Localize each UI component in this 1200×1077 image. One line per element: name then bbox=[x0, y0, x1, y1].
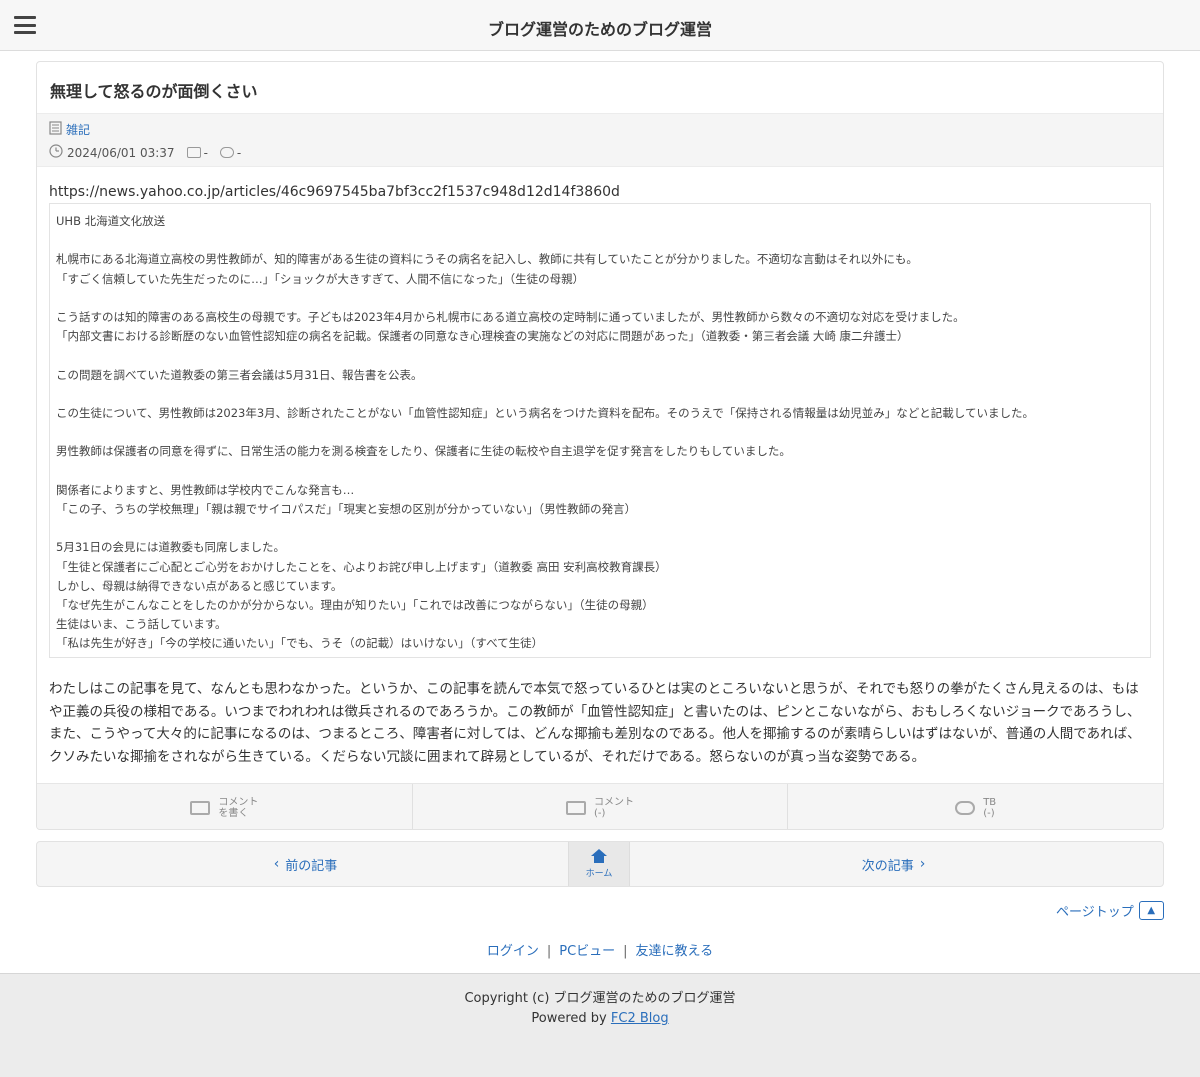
page-top-label: ページトップ bbox=[1056, 905, 1134, 920]
chevron-left-icon: ‹ bbox=[273, 856, 280, 872]
trackback-count: - bbox=[236, 145, 242, 160]
article-navigation: ‹ 前の記事 ホーム 次の記事 › bbox=[36, 841, 1164, 887]
login-link[interactable]: ログイン bbox=[487, 944, 539, 959]
fc2-blog-link[interactable]: FC2 Blog bbox=[611, 1011, 669, 1026]
clock-icon bbox=[49, 144, 63, 161]
page-top-link[interactable]: ページトップ ▲ bbox=[1056, 901, 1164, 920]
category-icon bbox=[49, 121, 62, 138]
site-title[interactable]: ブログ運営のためのブログ運営 bbox=[0, 16, 1200, 40]
copyright: Copyright (c) ブログ運営のためのブログ運営 bbox=[464, 991, 736, 1006]
prev-article-label: 前の記事 bbox=[285, 858, 338, 874]
next-article-label: 次の記事 bbox=[861, 858, 914, 874]
article-actions: コメント を書く コメント (-) TB (-) bbox=[37, 783, 1163, 829]
chevron-right-icon: › bbox=[919, 856, 926, 872]
trackback-icon[interactable] bbox=[219, 147, 234, 158]
comments-label-1: コメント bbox=[594, 796, 634, 808]
comment-icon[interactable] bbox=[186, 147, 201, 158]
next-article-link[interactable]: 次の記事 › bbox=[630, 842, 1163, 886]
write-comment-label-2: を書く bbox=[218, 807, 249, 819]
tell-friend-link[interactable]: 友達に教える bbox=[636, 944, 714, 959]
quoted-article: UHB 北海道文化放送 札幌市にある北海道立高校の男性教師が、知的障害がある生徒… bbox=[49, 203, 1151, 658]
post-datetime: 2024/06/01 03:37 bbox=[67, 145, 175, 160]
powered-by: Powered by FC2 Blog bbox=[0, 1011, 1200, 1026]
footer: Copyright (c) ブログ運営のためのブログ運営 Powered by … bbox=[0, 973, 1200, 1077]
comment-icon bbox=[566, 800, 586, 815]
source-url: https://news.yahoo.co.jp/articles/46c969… bbox=[49, 184, 620, 200]
article: 無理して怒るのが面倒くさい 雑記 2024/06/01 03:37 - - ht… bbox=[36, 61, 1164, 830]
write-comment-icon bbox=[190, 800, 211, 815]
home-label: ホーム bbox=[585, 869, 613, 879]
trackback-label-2: (-) bbox=[983, 807, 995, 819]
trackback-icon bbox=[955, 800, 976, 815]
datetime-row: 2024/06/01 03:37 - - bbox=[49, 144, 241, 161]
trackback-label-1: TB bbox=[983, 796, 997, 808]
home-button[interactable]: ホーム bbox=[568, 842, 630, 886]
category-row: 雑記 bbox=[49, 121, 90, 138]
powered-prefix: Powered by bbox=[531, 1011, 607, 1026]
article-meta: 雑記 2024/06/01 03:37 - - bbox=[37, 113, 1163, 167]
category-link[interactable]: 雑記 bbox=[66, 121, 90, 138]
comments-label-2: (-) bbox=[594, 807, 606, 819]
chevron-up-icon: ▲ bbox=[1138, 901, 1164, 920]
pc-view-link[interactable]: PCビュー bbox=[559, 944, 615, 959]
article-body: わたしはこの記事を見て、なんとも思わなかった。というか、この記事を読んで本気で怒… bbox=[49, 681, 1141, 765]
footer-links: ログイン | PCビュー | 友達に教える bbox=[486, 944, 714, 959]
prev-article-link[interactable]: ‹ 前の記事 bbox=[37, 842, 568, 886]
comment-count: - bbox=[203, 145, 208, 160]
article-title: 無理して怒るのが面倒くさい bbox=[50, 82, 258, 101]
home-icon bbox=[591, 849, 607, 863]
header: ブログ運営のためのブログ運営 bbox=[0, 0, 1200, 51]
comments-button[interactable]: コメント (-) bbox=[413, 784, 789, 829]
write-comment-button[interactable]: コメント を書く bbox=[37, 784, 413, 829]
write-comment-label-1: コメント bbox=[218, 796, 259, 808]
trackback-button[interactable]: TB (-) bbox=[788, 784, 1163, 829]
